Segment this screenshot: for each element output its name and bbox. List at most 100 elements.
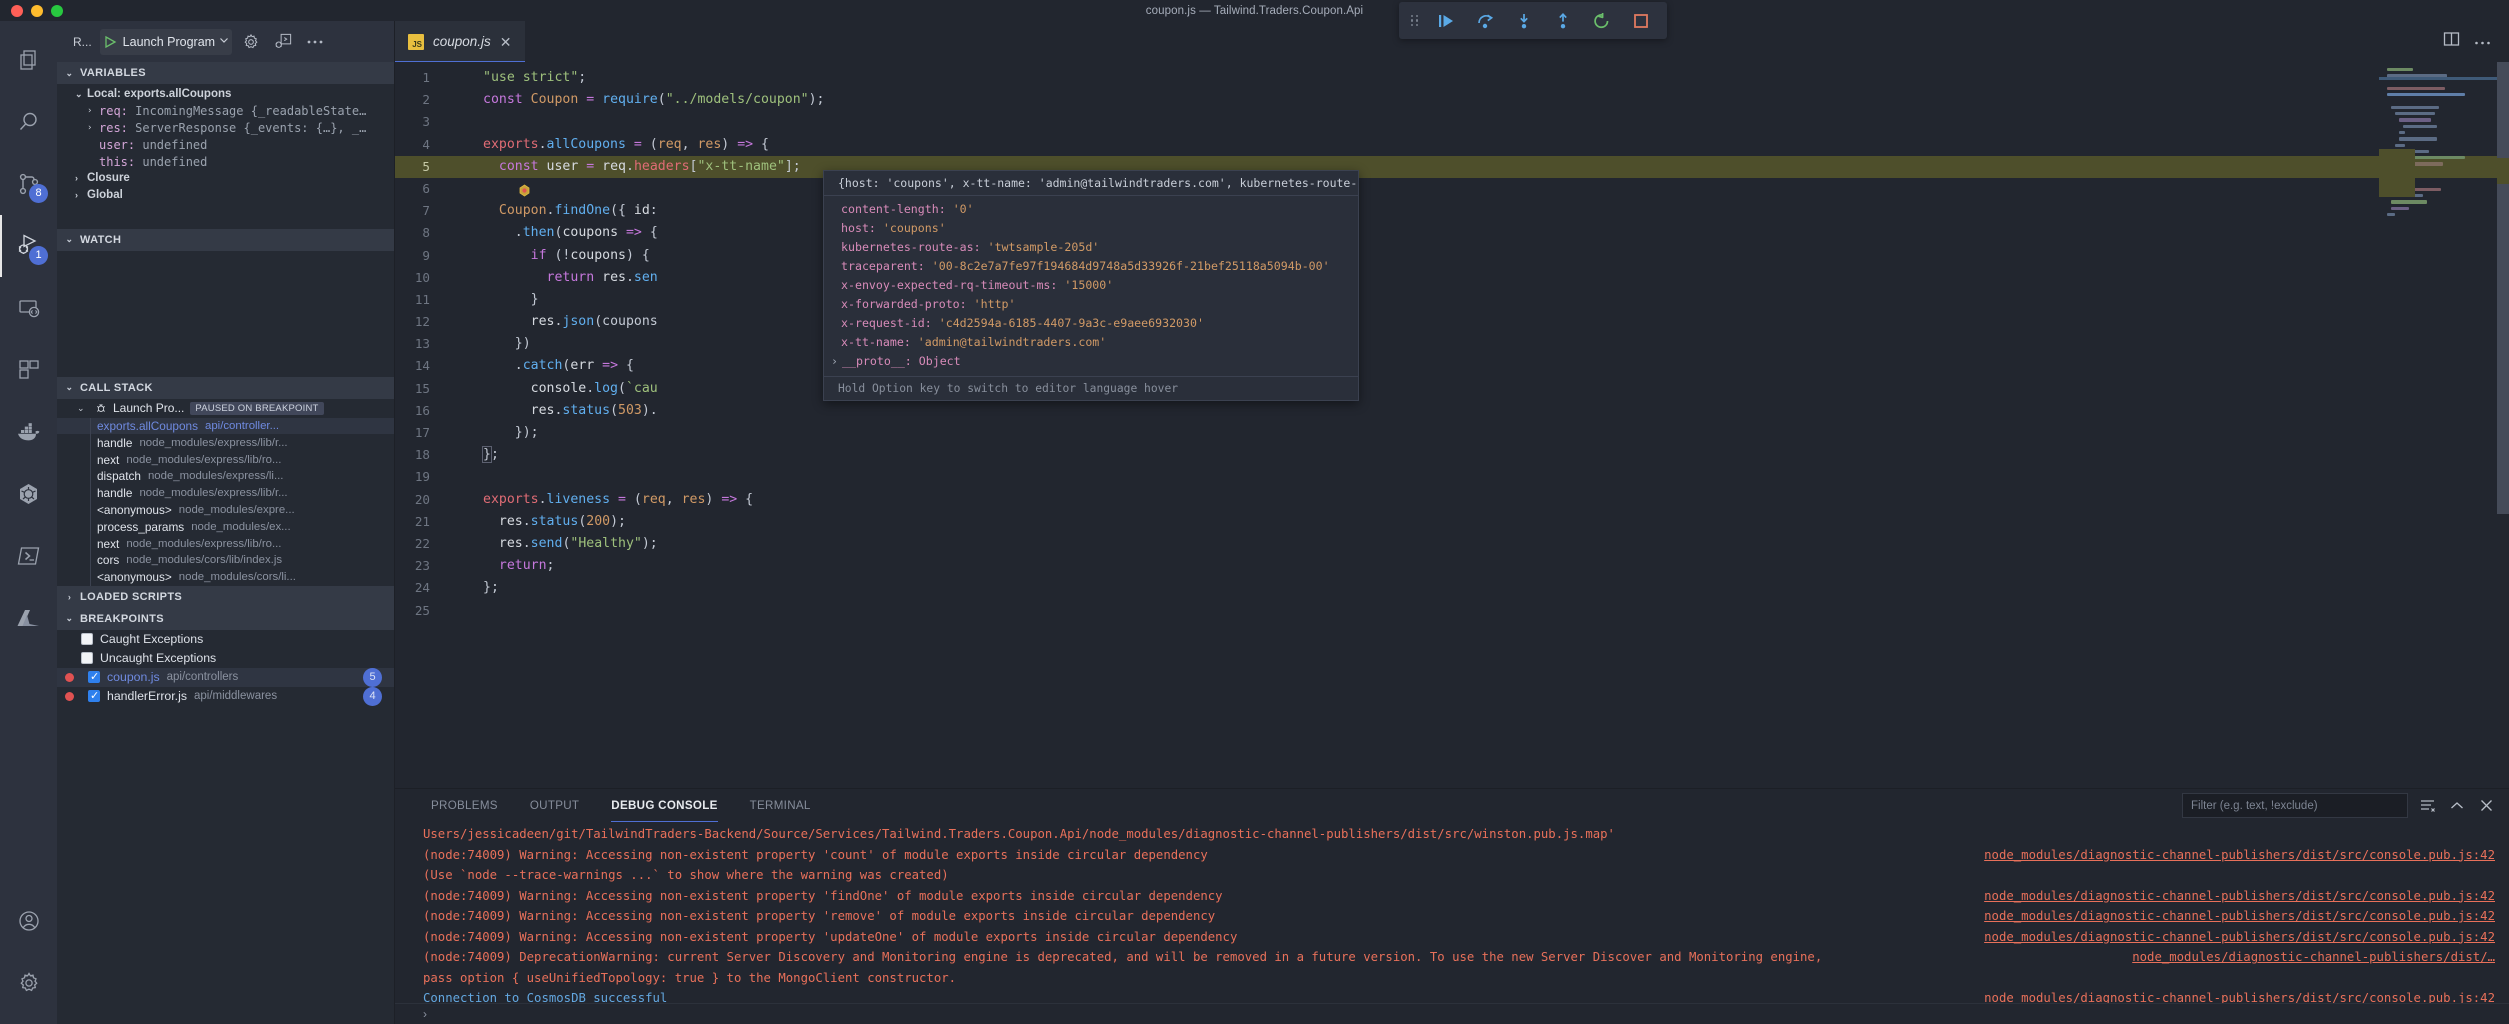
checkbox[interactable]	[81, 633, 93, 645]
bug-icon	[95, 402, 107, 414]
editor-tab-coupon-js[interactable]: JS coupon.js ✕	[395, 21, 526, 62]
console-source-link[interactable]: node_modules/diagnostic-channel-publishe…	[1984, 988, 2509, 1003]
launch-configuration-picker[interactable]: Launch Program	[100, 29, 232, 55]
tab-output[interactable]: OUTPUT	[514, 789, 595, 822]
tab-debug-console[interactable]: DEBUG CONSOLE	[595, 789, 733, 822]
hover-proto-row[interactable]: ›__proto__: Object	[824, 352, 1358, 371]
debug-hover-widget[interactable]: {host: 'coupons', x-tt-name: 'admin@tail…	[823, 170, 1359, 401]
editor-minimap[interactable]	[2379, 62, 2497, 788]
editor-scrollbar[interactable]	[2497, 62, 2509, 788]
continue-button[interactable]	[1427, 4, 1465, 37]
split-editor-button[interactable]	[2443, 31, 2460, 52]
call-stack-frame[interactable]: cors node_modules/cors/lib/index.js	[57, 552, 394, 569]
checkbox[interactable]	[88, 690, 100, 702]
clear-console-icon	[2420, 799, 2436, 813]
play-triangle-icon[interactable]	[100, 32, 120, 52]
step-into-button[interactable]	[1505, 4, 1543, 37]
line-number: 2	[395, 89, 447, 111]
activity-explorer[interactable]	[0, 29, 57, 91]
call-stack-frame[interactable]: next node_modules/express/lib/ro...	[57, 535, 394, 552]
scope-label: Global	[87, 189, 123, 201]
property-value: 'c4d2594a-6185-4407-9a3c-e9aee6932030'	[939, 316, 1204, 330]
variable-row[interactable]: › res: ServerResponse {_events: {…}, _…	[57, 120, 394, 137]
activity-docker[interactable]	[0, 401, 57, 463]
chevron-down-icon[interactable]	[218, 33, 230, 51]
activity-kubernetes[interactable]	[0, 463, 57, 525]
breakpoint-item[interactable]: handlerError.js api/middlewares 4	[57, 687, 394, 706]
stop-button[interactable]	[1622, 4, 1660, 37]
call-stack-section-header[interactable]: ⌄ CALL STACK	[57, 377, 394, 399]
variable-row[interactable]: this: undefined	[57, 153, 394, 170]
window-controls[interactable]	[0, 5, 63, 17]
code-line: 20exports.liveness = (req, res) => {	[395, 489, 2509, 511]
breakpoint-marker-icon[interactable]	[407, 161, 419, 173]
console-source-link[interactable]: node_modules/diagnostic-channel-publishe…	[2132, 947, 2509, 968]
property-value: '00-8c2e7a7fe97f194684d9748a5d33926f-21b…	[932, 259, 1330, 273]
breakpoint-caught-exceptions[interactable]: Caught Exceptions	[57, 630, 394, 649]
checkbox[interactable]	[81, 652, 93, 664]
call-stack-session[interactable]: ⌄ Launch Pro... PAUSED ON BREAKPOINT	[57, 399, 394, 418]
breakpoints-section-header[interactable]: ⌄ BREAKPOINTS	[57, 608, 394, 630]
step-over-button[interactable]	[1466, 4, 1504, 37]
breakpoint-item[interactable]: coupon.js api/controllers 5	[57, 668, 394, 687]
chevron-right-icon[interactable]: ›	[831, 354, 838, 368]
collapse-panel-button[interactable]	[2448, 797, 2466, 815]
minimize-window-button[interactable]	[31, 5, 43, 17]
console-filter-input[interactable]: Filter (e.g. text, !exclude)	[2182, 793, 2408, 818]
activity-accounts[interactable]	[0, 890, 57, 952]
call-stack-frame[interactable]: handle node_modules/express/lib/r...	[57, 485, 394, 502]
close-window-button[interactable]	[11, 5, 23, 17]
call-stack-frame[interactable]: exports.allCoupons api/controller...	[57, 418, 394, 435]
clear-console-button[interactable]	[2419, 797, 2437, 815]
step-out-button[interactable]	[1544, 4, 1582, 37]
variable-row[interactable]: user: undefined	[57, 136, 394, 153]
console-source-link[interactable]: node_modules/diagnostic-channel-publishe…	[1984, 927, 2509, 948]
call-stack-frame[interactable]: <anonymous> node_modules/cors/li...	[57, 569, 394, 586]
watch-section-header[interactable]: ⌄ WATCH	[57, 229, 394, 251]
restart-button[interactable]	[1583, 4, 1621, 37]
scrollbar-thumb[interactable]	[2497, 62, 2509, 514]
console-source-link[interactable]: node_modules/diagnostic-channel-publishe…	[1984, 845, 2509, 866]
variables-scope-local[interactable]: ⌄ Local: exports.allCoupons	[57, 86, 394, 103]
maximize-window-button[interactable]	[51, 5, 63, 17]
code-editor[interactable]: 1"use strict"; 2const Coupon = require("…	[395, 62, 2509, 788]
close-icon[interactable]: ✕	[500, 35, 512, 49]
line-number: 9	[395, 245, 447, 267]
property-key: x-request-id:	[841, 316, 932, 330]
activity-source-control[interactable]: 8	[0, 153, 57, 215]
code-line: 15 console.log(`cau	[395, 378, 2509, 400]
debug-more-actions-button[interactable]	[302, 29, 328, 55]
call-stack-frame[interactable]: dispatch node_modules/express/li...	[57, 468, 394, 485]
checkbox[interactable]	[88, 671, 100, 683]
activity-settings[interactable]	[0, 952, 57, 1014]
variables-scope-closure[interactable]: › Closure	[57, 170, 394, 187]
call-stack-frame[interactable]: next node_modules/express/lib/ro...	[57, 451, 394, 468]
console-source-link[interactable]: node_modules/diagnostic-channel-publishe…	[1984, 906, 2509, 927]
activity-remote-explorer[interactable]	[0, 277, 57, 339]
activity-powershell[interactable]	[0, 525, 57, 587]
close-panel-button[interactable]	[2477, 797, 2495, 815]
variables-scope-global[interactable]: › Global	[57, 187, 394, 204]
editor-more-actions-button[interactable]	[2474, 33, 2491, 51]
activity-azure[interactable]	[0, 587, 57, 649]
loaded-scripts-section-header[interactable]: › LOADED SCRIPTS	[57, 586, 394, 608]
variable-row[interactable]: › req: IncomingMessage {_readableState…	[57, 103, 394, 120]
call-stack-frame[interactable]: <anonymous> node_modules/expre...	[57, 502, 394, 519]
console-source-link[interactable]: node_modules/diagnostic-channel-publishe…	[1984, 886, 2509, 907]
call-stack-frame[interactable]: handle node_modules/express/lib/r...	[57, 434, 394, 451]
frame-name: handle	[97, 436, 132, 450]
property-value: 'twtsample-205d'	[988, 240, 1100, 254]
debug-toolbar-drag-handle[interactable]	[1406, 4, 1426, 37]
debug-console-output[interactable]: Users/jessicadeen/git/TailwindTraders-Ba…	[395, 822, 2509, 1003]
call-stack-frame[interactable]: process_params node_modules/ex...	[57, 518, 394, 535]
debug-console-input[interactable]: ›	[395, 1004, 2509, 1024]
add-debug-config-button[interactable]	[270, 29, 296, 55]
activity-search[interactable]	[0, 91, 57, 153]
activity-run-and-debug[interactable]: 1	[0, 215, 57, 277]
debug-settings-button[interactable]	[238, 29, 264, 55]
tab-terminal[interactable]: TERMINAL	[734, 789, 827, 822]
tab-problems[interactable]: PROBLEMS	[415, 789, 514, 822]
variables-section-header[interactable]: ⌄ VARIABLES	[57, 62, 394, 84]
breakpoint-uncaught-exceptions[interactable]: Uncaught Exceptions	[57, 649, 394, 668]
activity-extensions[interactable]	[0, 339, 57, 401]
